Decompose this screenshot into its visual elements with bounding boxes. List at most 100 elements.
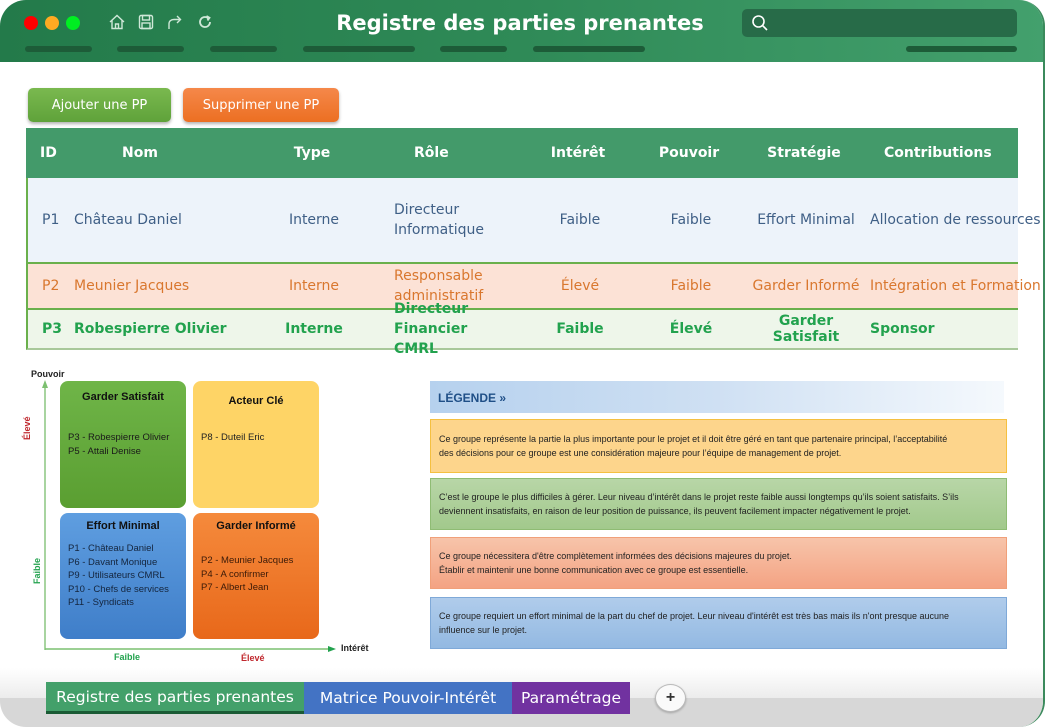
menu-placeholder[interactable] [25, 46, 92, 52]
header-type[interactable]: Type [262, 145, 362, 161]
role-line: Informatique [394, 222, 484, 238]
x-axis-arrow-icon [328, 646, 336, 652]
close-window-button[interactable] [24, 16, 38, 30]
header-strategie[interactable]: Stratégie [744, 145, 864, 161]
home-icon[interactable] [108, 13, 126, 31]
add-stakeholder-button[interactable]: Ajouter une PP [28, 88, 171, 122]
role-line: Directeur Financier [394, 301, 469, 337]
legend-text: deviennent insatisfaits, en raison de le… [439, 506, 911, 516]
cell-contributions[interactable]: Allocation de ressources [866, 212, 1041, 228]
header-contributions[interactable]: Contributions [864, 145, 1018, 161]
quadrant-item: P1 - Château Daniel [68, 543, 154, 554]
cell-strategie[interactable]: Garder Satisfait [746, 313, 866, 345]
cell-id[interactable]: P3 [28, 321, 74, 337]
quadrant-item: P9 - Utilisateurs CMRL [68, 570, 165, 581]
legend-text: Établir et maintenir une bonne communica… [439, 565, 749, 575]
cell-nom[interactable]: Robespierre Olivier [74, 321, 264, 337]
legend-item-effort-minimal: Ce groupe requiert un effort minimal de … [430, 597, 1007, 649]
quadrant-item: P2 - Meunier Jacques [201, 555, 294, 566]
quadrant-acteur-cle: Acteur Clé P8 - Duteil Eric [193, 381, 319, 508]
search-input[interactable] [742, 9, 1017, 37]
y-axis-title: Pouvoir [31, 369, 65, 379]
x-low-label: Faible [114, 652, 141, 662]
quadrant-title: Acteur Clé [228, 395, 284, 407]
cell-pouvoir[interactable]: Faible [636, 278, 746, 294]
quadrant-item: P4 - A confirmer [201, 568, 269, 580]
cell-pouvoir[interactable]: Faible [636, 212, 746, 228]
legend-text: influence sur le projet. [439, 625, 528, 635]
minimize-window-button[interactable] [45, 16, 59, 30]
quadrant-title: Garder Satisfait [82, 391, 164, 403]
header-pouvoir[interactable]: Pouvoir [634, 145, 744, 161]
legend-text: des décisions pour ce groupe est une con… [439, 448, 842, 458]
quadrant-title: Garder Informé [216, 520, 296, 532]
legend-text: Ce groupe représente la partie la plus i… [439, 434, 948, 444]
role-line: Responsable [394, 268, 483, 284]
menu-placeholder[interactable] [303, 46, 415, 52]
cell-role[interactable]: Directeur Financier CMRL [364, 299, 524, 359]
legend-title: LÉGENDE » [430, 381, 1004, 413]
sheet-tab-registre[interactable]: Registre des parties prenantes [46, 682, 304, 714]
quadrant-item: P6 - Davant Monique [68, 556, 158, 568]
add-sheet-button[interactable]: + [655, 684, 686, 712]
legend-item-garder-informe: Ce groupe nécessitera d'être complètemen… [430, 537, 1007, 589]
menu-placeholder[interactable] [440, 46, 507, 52]
menu-placeholder[interactable] [117, 46, 184, 52]
quadrant-garder-informe: Garder Informé P2 - Meunier Jacques P4 -… [193, 513, 319, 639]
legend-item-acteur-cle: Ce groupe représente la partie la plus i… [430, 419, 1007, 473]
cell-nom[interactable]: Meunier Jacques [74, 278, 264, 294]
quadrant-item: P5 - Attali Denise [68, 445, 141, 457]
y-axis-arrow-icon [42, 380, 48, 388]
quadrant-item: P11 - Syndicats [68, 597, 134, 608]
refresh-icon[interactable] [196, 13, 214, 31]
cell-interet[interactable]: Élevé [524, 278, 636, 294]
app-title: Registre des parties prenantes [336, 11, 704, 35]
menu-placeholder[interactable] [906, 46, 1017, 52]
save-icon[interactable] [137, 13, 155, 31]
x-high-label: Élevé [241, 653, 265, 663]
header-nom[interactable]: Nom [72, 145, 262, 161]
quadrant-title: Effort Minimal [86, 520, 160, 532]
cell-type[interactable]: Interne [264, 321, 364, 337]
cell-type[interactable]: Interne [264, 212, 364, 228]
role-line: CMRL [394, 341, 438, 357]
quadrant-item: P7 - Albert Jean [201, 582, 269, 593]
cell-interet[interactable]: Faible [524, 321, 636, 337]
quadrant-garder-satisfait: Garder Satisfait P3 - Robespierre Olivie… [60, 381, 186, 508]
y-high-label: Élevé [22, 416, 32, 440]
x-axis-title: Intérêt [341, 643, 369, 653]
header-interet[interactable]: Intérêt [522, 145, 634, 161]
quadrant-item: P10 - Chefs de services [68, 583, 169, 595]
search-icon [752, 15, 768, 31]
quadrant-effort-minimal: Effort Minimal P1 - Château Daniel P6 - … [60, 513, 186, 639]
app-window: Registre des parties prenantes Ajouter u… [0, 0, 1045, 727]
sheet-tab-matrice[interactable]: Matrice Pouvoir-Intérêt [304, 682, 512, 714]
cell-pouvoir[interactable]: Élevé [636, 321, 746, 337]
cell-id[interactable]: P2 [28, 278, 74, 294]
quadrant-item: P3 - Robespierre Olivier [68, 432, 170, 443]
sheet-tab-parametrage[interactable]: Paramétrage [512, 682, 630, 714]
y-low-label: Faible [32, 557, 42, 584]
menu-placeholder[interactable] [533, 46, 645, 52]
cell-strategie[interactable]: Garder Informé [746, 278, 866, 294]
role-line: Directeur [394, 202, 460, 218]
cell-id[interactable]: P1 [28, 212, 74, 228]
cell-strategie[interactable]: Effort Minimal [746, 212, 866, 228]
legend-item-garder-satisfait: C’est le groupe le plus difficiles à gér… [430, 478, 1007, 530]
cell-nom[interactable]: Château Daniel [74, 212, 264, 228]
maximize-window-button[interactable] [66, 16, 80, 30]
menu-placeholder[interactable] [210, 46, 277, 52]
legend-text: C’est le groupe le plus difficiles à gér… [439, 492, 959, 502]
table-row[interactable]: P1 Château Daniel Interne Directeur Infor… [26, 178, 1041, 262]
cell-contributions[interactable]: Intégration et Formation [866, 278, 1041, 294]
cell-interet[interactable]: Faible [524, 212, 636, 228]
header-role[interactable]: Rôle [362, 143, 522, 163]
table-header: ID Nom Type Rôle Intérêt Pouvoir Stratég… [26, 128, 1018, 178]
table-row[interactable]: P3 Robespierre Olivier Interne Directeur… [26, 301, 1020, 357]
redo-icon[interactable] [166, 13, 184, 31]
header-id[interactable]: ID [26, 145, 72, 161]
cell-type[interactable]: Interne [264, 278, 364, 294]
cell-contributions[interactable]: Sponsor [866, 321, 1020, 337]
delete-stakeholder-button[interactable]: Supprimer une PP [183, 88, 339, 122]
cell-role[interactable]: Directeur Informatique [364, 200, 524, 240]
